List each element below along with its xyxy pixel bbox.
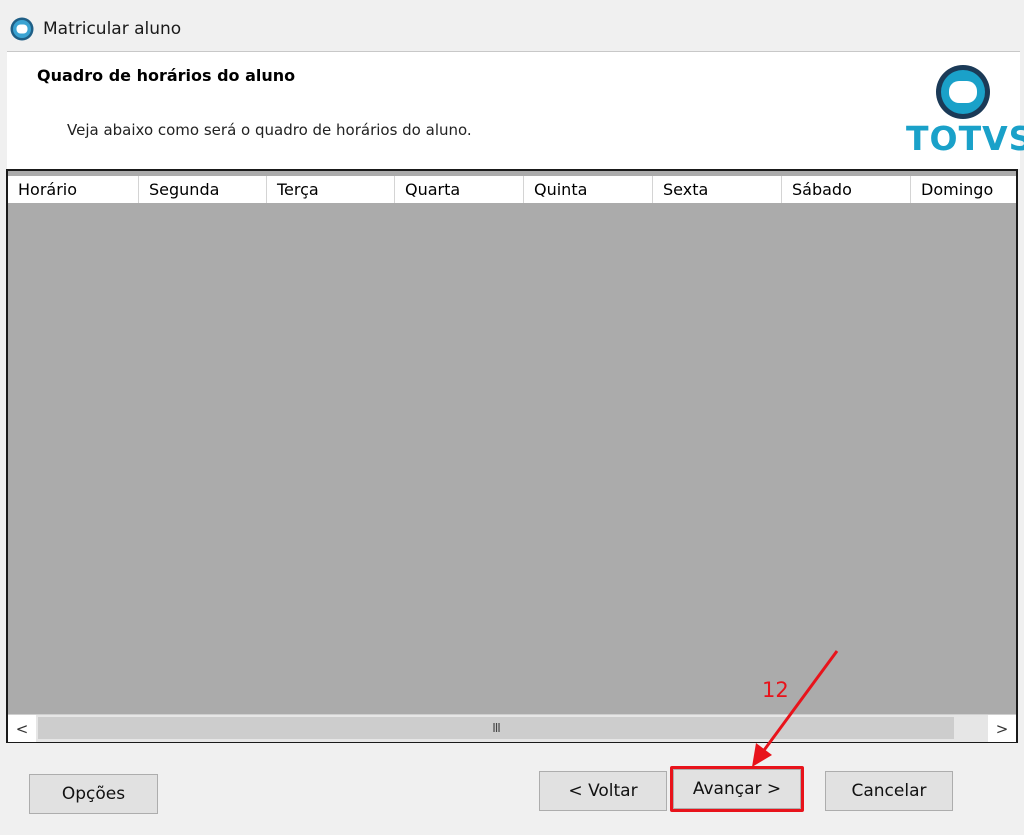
- grid-body[interactable]: [8, 203, 1016, 714]
- grid-header-row: Horário Segunda Terça Quarta Quinta Sext…: [8, 176, 1016, 203]
- scroll-left-button[interactable]: <: [8, 715, 36, 742]
- totvs-logo-icon: [936, 65, 990, 119]
- column-header-sexta[interactable]: Sexta: [653, 176, 782, 203]
- app-logo-icon: [10, 17, 34, 41]
- annotation-arrow-icon: [752, 650, 839, 767]
- column-header-domingo[interactable]: Domingo: [911, 176, 1016, 203]
- title-bar: Matricular aluno: [0, 0, 1024, 52]
- next-button-highlight: [670, 766, 804, 812]
- schedule-grid[interactable]: Horário Segunda Terça Quarta Quinta Sext…: [6, 169, 1018, 743]
- chevron-left-icon: <: [15, 719, 29, 738]
- column-header-quarta[interactable]: Quarta: [395, 176, 524, 203]
- column-header-segunda[interactable]: Segunda: [139, 176, 267, 203]
- horizontal-scrollbar[interactable]: < III >: [8, 714, 1016, 742]
- column-header-sabado[interactable]: Sábado: [782, 176, 911, 203]
- page-description: Veja abaixo como será o quadro de horári…: [67, 121, 472, 139]
- column-header-quinta[interactable]: Quinta: [524, 176, 653, 203]
- totvs-logo: TOTVS: [890, 62, 1024, 162]
- scroll-right-button[interactable]: >: [988, 715, 1016, 742]
- cancel-button[interactable]: Cancelar: [825, 771, 953, 811]
- page-title: Quadro de horários do aluno: [37, 66, 296, 85]
- column-header-horario[interactable]: Horário: [8, 176, 139, 203]
- window-title: Matricular aluno: [43, 19, 182, 39]
- chevron-right-icon: >: [995, 719, 1009, 738]
- back-button[interactable]: < Voltar: [539, 771, 667, 811]
- logo-text: TOTVS: [906, 119, 1024, 158]
- grip-icon: III: [492, 721, 501, 735]
- wizard-header: Quadro de horários do aluno Veja abaixo …: [7, 51, 1024, 169]
- options-button[interactable]: Opções: [29, 774, 158, 814]
- column-header-terca[interactable]: Terça: [267, 176, 395, 203]
